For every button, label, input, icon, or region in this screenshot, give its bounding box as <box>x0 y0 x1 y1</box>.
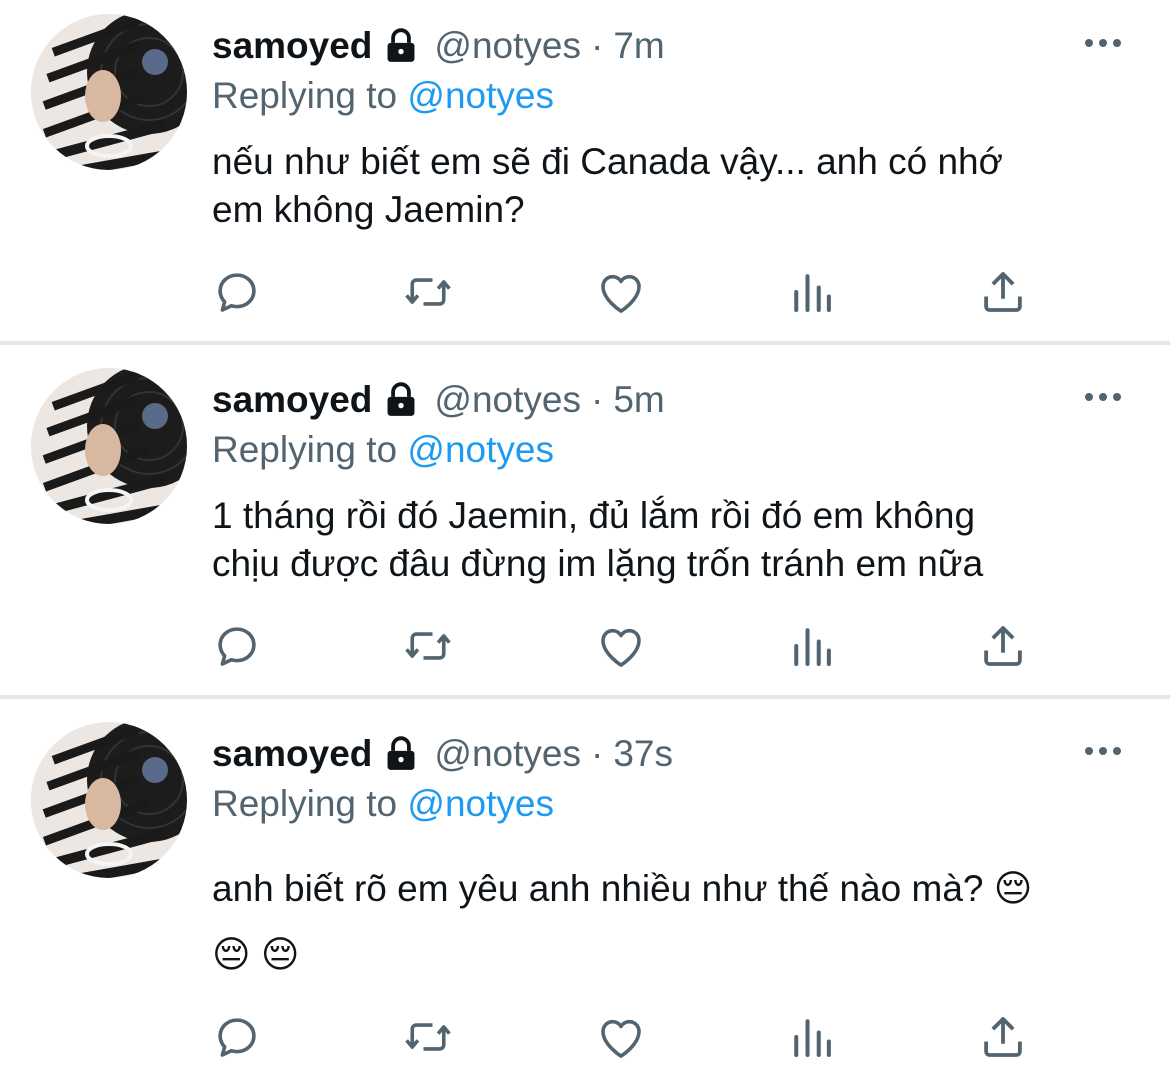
action-bar <box>0 1010 1170 1070</box>
separator: · <box>591 733 604 774</box>
analytics-icon[interactable] <box>785 1010 839 1064</box>
more-icon[interactable] <box>1085 741 1127 761</box>
share-icon[interactable] <box>976 265 1030 319</box>
mention-link[interactable]: @notyes <box>407 75 554 116</box>
share-icon[interactable] <box>976 1010 1030 1064</box>
tweet-text-line: nếu như biết em sẽ đi Canada vậy... anh … <box>212 141 1003 182</box>
timestamp[interactable]: 5m <box>613 378 664 422</box>
avatar-image <box>31 722 187 878</box>
tweet-text-line: chịu được đâu đừng im lặng trốn tránh em… <box>212 543 984 584</box>
tweet-text-line: anh biết rõ em yêu anh nhiều như thế nào… <box>212 868 1033 909</box>
lock-icon <box>387 736 415 770</box>
action-bar <box>0 265 1170 325</box>
replying-prefix: Replying to <box>212 75 398 116</box>
display-name[interactable]: samoyed <box>212 732 372 776</box>
like-icon[interactable] <box>594 1010 648 1064</box>
tweet-text: 1 tháng rồi đó Jaemin, đủ lắm rồi đó em … <box>212 492 1132 588</box>
display-name[interactable]: samoyed <box>212 24 372 68</box>
reply-icon[interactable] <box>210 265 264 319</box>
display-name[interactable]: samoyed <box>212 378 372 422</box>
tweet-text: anh biết rõ em yêu anh nhiều như thế nào… <box>212 856 1132 988</box>
handle[interactable]: @notyes <box>434 24 581 68</box>
tweet-1[interactable]: samoyed @notyes · 7m Replying to @notyes… <box>0 0 1170 340</box>
reply-icon[interactable] <box>210 1010 264 1064</box>
retweet-icon[interactable] <box>401 619 455 673</box>
separator: · <box>591 379 604 420</box>
tweet-2[interactable]: samoyed @notyes · 5m Replying to @notyes… <box>0 354 1170 694</box>
tweet-header: samoyed @notyes · 5m <box>212 378 665 422</box>
replying-prefix: Replying to <box>212 429 398 470</box>
avatar-image <box>31 368 187 524</box>
mention-link[interactable]: @notyes <box>407 783 554 824</box>
timestamp[interactable]: 37s <box>613 732 673 776</box>
handle[interactable]: @notyes <box>434 378 581 422</box>
divider <box>0 341 1170 345</box>
tweet-text-line: em không Jaemin? <box>212 189 525 230</box>
tweet-header: samoyed @notyes · 37s <box>212 732 673 776</box>
replying-to: Replying to @notyes <box>212 428 554 472</box>
analytics-icon[interactable] <box>785 265 839 319</box>
tweet-3[interactable]: samoyed @notyes · 37s Replying to @notye… <box>0 708 1170 1072</box>
replying-to: Replying to @notyes <box>212 74 554 118</box>
separator: · <box>591 25 604 66</box>
tweet-text-line: 😔 😔 <box>212 934 300 975</box>
lock-icon <box>387 28 415 62</box>
avatar[interactable] <box>31 368 187 524</box>
like-icon[interactable] <box>594 265 648 319</box>
mention-link[interactable]: @notyes <box>407 429 554 470</box>
avatar-image <box>31 14 187 170</box>
avatar[interactable] <box>31 722 187 878</box>
share-icon[interactable] <box>976 619 1030 673</box>
tweet-text-line: 1 tháng rồi đó Jaemin, đủ lắm rồi đó em … <box>212 495 976 536</box>
avatar[interactable] <box>31 14 187 170</box>
action-bar <box>0 619 1170 679</box>
retweet-icon[interactable] <box>401 265 455 319</box>
tweet-text: nếu như biết em sẽ đi Canada vậy... anh … <box>212 138 1132 234</box>
handle[interactable]: @notyes <box>434 732 581 776</box>
tweet-header: samoyed @notyes · 7m <box>212 24 665 68</box>
timestamp[interactable]: 7m <box>613 24 664 68</box>
reply-icon[interactable] <box>210 619 264 673</box>
more-icon[interactable] <box>1085 387 1127 407</box>
like-icon[interactable] <box>594 619 648 673</box>
replying-prefix: Replying to <box>212 783 398 824</box>
replying-to: Replying to @notyes <box>212 782 554 826</box>
analytics-icon[interactable] <box>785 619 839 673</box>
more-icon[interactable] <box>1085 33 1127 53</box>
divider <box>0 695 1170 699</box>
lock-icon <box>387 382 415 416</box>
retweet-icon[interactable] <box>401 1010 455 1064</box>
